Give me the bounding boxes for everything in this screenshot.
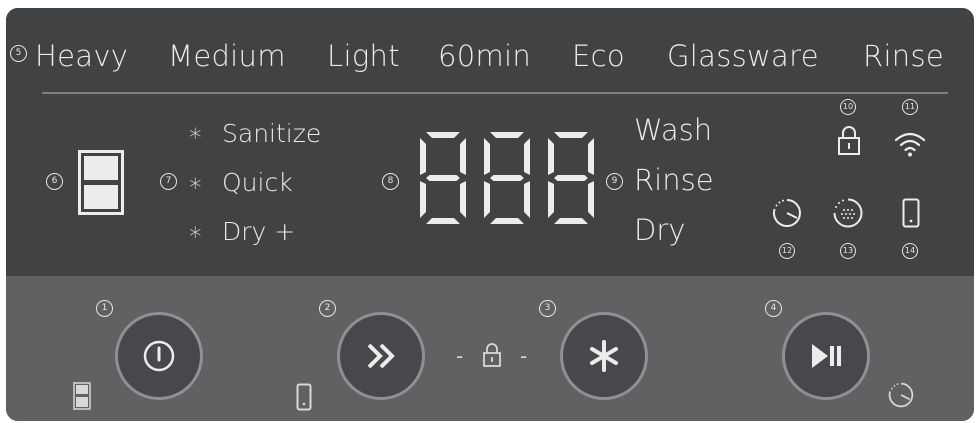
program-rinse: Rinse [863, 39, 945, 73]
half-load-badge: 6 [46, 173, 63, 190]
digit-3-segment-f [548, 138, 554, 175]
rinse-aid-badge: 13 [840, 243, 856, 259]
power-badge: 1 [96, 300, 113, 317]
sanitize-label: Sanitize [222, 119, 322, 148]
dryplus-star: * [189, 222, 202, 251]
fast-forward-icon [364, 341, 398, 371]
digit-1-segment-c [460, 181, 466, 218]
program-eco: Eco [572, 39, 625, 73]
delay-timer-sub-icon [887, 381, 915, 409]
fast-forward-button[interactable] [337, 312, 425, 400]
program-light: Light [327, 39, 400, 73]
mobile-badge: 14 [902, 243, 918, 259]
power-button[interactable] [115, 312, 203, 400]
button-area: 1 2 - - 3 4 [6, 276, 974, 421]
digit-2-segment-g [490, 175, 524, 181]
divider-line [42, 92, 948, 94]
fast-forward-badge: 2 [319, 300, 336, 317]
digit-1-segment-a [426, 132, 460, 138]
digit-1-segment-d [426, 218, 460, 224]
digit-3-segment-g [554, 175, 588, 181]
display-badge: 8 [382, 173, 399, 190]
digit-2-segment-d [490, 218, 524, 224]
child-lock-left-dash: - [456, 344, 464, 368]
program-heavy: Heavy [35, 39, 129, 73]
rinse-aid-icon [832, 197, 864, 229]
child-lock-right-dash: - [520, 344, 528, 368]
start-pause-button[interactable] [782, 312, 870, 400]
program-badge: 5 [10, 45, 27, 62]
phase-badge: 9 [606, 173, 623, 190]
dryplus-label: Dry + [222, 217, 296, 246]
digit-1-segment-f [420, 138, 426, 175]
delay-timer-icon [771, 197, 803, 229]
digit-3-segment-e [548, 181, 554, 218]
sanitize-star: * [189, 123, 202, 152]
phase-wash: Wash [634, 113, 713, 147]
control-panel: 5 Heavy Medium Light 60min Eco Glassware… [6, 8, 974, 421]
wifi-badge: 11 [902, 99, 918, 115]
program-60min: 60min [438, 39, 532, 73]
digit-3-segment-b [588, 138, 594, 175]
digit-3-segment-a [554, 132, 588, 138]
asterisk-icon [587, 339, 621, 373]
digit-2-segment-f [484, 138, 490, 175]
option-button[interactable] [560, 312, 648, 400]
quick-label: Quick [222, 168, 293, 197]
digit-2-segment-a [490, 132, 524, 138]
seven-segment-display [406, 129, 606, 229]
program-glassware: Glassware [667, 39, 819, 73]
lock-badge: 10 [840, 99, 856, 115]
play-pause-icon [808, 341, 844, 371]
option-badge: 3 [539, 300, 556, 317]
display-area: 5 Heavy Medium Light 60min Eco Glassware… [6, 8, 974, 276]
mobile-sub-icon [296, 383, 312, 411]
digit-3-segment-c [588, 181, 594, 218]
digit-2-segment-b [524, 138, 530, 175]
child-lock-icon [482, 342, 502, 368]
digit-3-segment-d [554, 218, 588, 224]
phase-rinse: Rinse [634, 163, 714, 197]
digit-2-segment-c [524, 181, 530, 218]
power-icon [142, 339, 176, 373]
delay-timer-badge: 12 [779, 243, 795, 259]
wifi-icon [893, 130, 927, 158]
digit-1-segment-e [420, 181, 426, 218]
program-medium: Medium [168, 39, 286, 73]
digit-2-segment-e [484, 181, 490, 218]
quick-star: * [189, 173, 202, 202]
phase-dry: Dry [634, 213, 686, 247]
options-badge: 7 [160, 173, 177, 190]
half-load-icon [73, 382, 91, 410]
start-badge: 4 [765, 300, 782, 317]
mobile-icon [902, 198, 920, 228]
digit-1-segment-g [426, 175, 460, 181]
digit-1-segment-b [460, 138, 466, 175]
lock-icon [837, 124, 861, 156]
half-load-display-icon [78, 150, 124, 215]
